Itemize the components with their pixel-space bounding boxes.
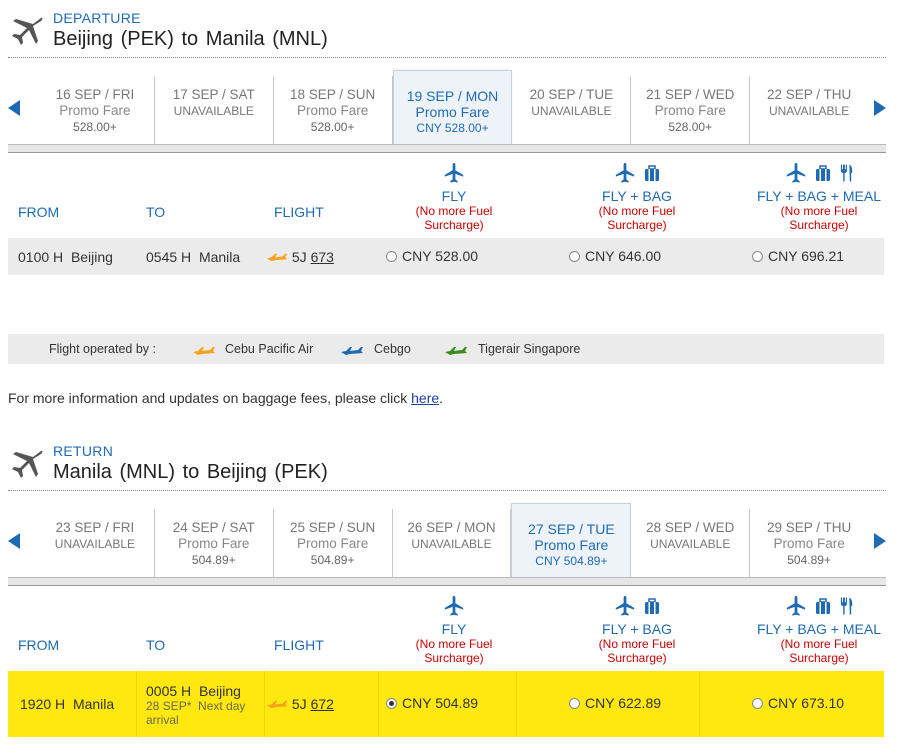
arrival-time-city: 0005 H Beijing 28 SEP* Next day arrival (146, 683, 246, 727)
date-tab[interactable]: 28 SEP / WED UNAVAILABLE (631, 509, 751, 577)
cebu-pacific-plane-icon (266, 698, 288, 709)
legend-label: Flight operated by : (49, 342, 157, 356)
fare-option-fly-bag-meal[interactable]: CNY 673.10 (752, 695, 844, 711)
fare-option-fly-bag[interactable]: CNY 622.89 (569, 695, 661, 711)
fare-radio[interactable] (569, 251, 580, 262)
from-header: FROM (18, 637, 60, 653)
next-dates-arrow-icon[interactable] (874, 100, 886, 116)
plane-icon (443, 594, 465, 618)
fare-fly-bag-header: FLY + BAG (No more Fuel Surcharge) (562, 593, 712, 665)
return-column-headers: FROM TO FLIGHT FLY (No more Fuel Surchar… (8, 587, 886, 677)
date-tab-selected[interactable]: 27 SEP / TUE Promo Fare CNY 504.89+ (511, 503, 632, 579)
bag-icon (814, 597, 832, 615)
departure-header: DEPARTURE Beijing (PEK) to Manila (MNL) (8, 10, 886, 58)
fare-option-fly-bag-meal[interactable]: CNY 696.21 (752, 248, 844, 264)
cebgo-plane-icon (340, 344, 364, 356)
arrival-date: 28 SEP* (146, 699, 192, 713)
plane-icon (443, 161, 465, 185)
date-tab[interactable]: 23 SEP / FRI UNAVAILABLE (36, 509, 155, 577)
fare-radio[interactable] (752, 698, 763, 709)
date-tab[interactable]: 29 SEP / THU Promo Fare 504.89+ (750, 509, 868, 577)
fare-radio[interactable] (752, 251, 763, 262)
tigerair-plane-icon (444, 344, 468, 356)
flight-number-link[interactable]: 673 (311, 249, 334, 265)
next-day-note: Next day (198, 699, 246, 713)
bag-icon (643, 164, 661, 182)
plane-icon (614, 594, 636, 618)
fare-radio[interactable] (569, 698, 580, 709)
fare-fly-header: FLY (No more Fuel Surcharge) (379, 160, 529, 232)
legend-airline: Cebgo (374, 342, 411, 356)
date-tab[interactable]: 24 SEP / SAT Promo Fare 504.89+ (155, 509, 274, 577)
plane-icon (785, 594, 807, 618)
fare-option-fly[interactable]: CNY 504.89 (386, 695, 478, 711)
plane-icon (614, 161, 636, 185)
operator-legend: Flight operated by : Cebu Pacific Air Ce… (8, 334, 884, 364)
arrival-time-city: 0545 H Manila (146, 249, 241, 265)
date-tab[interactable]: 22 SEP / THU UNAVAILABLE (750, 76, 868, 144)
flight-row-selected: 1920 H Manila 0005 H Beijing 28 SEP* Nex… (8, 671, 884, 737)
date-tab[interactable]: 25 SEP / SUN Promo Fare 504.89+ (274, 509, 393, 577)
baggage-info: For more information and updates on bagg… (8, 390, 444, 406)
flight-number: 5J 672 (266, 696, 334, 712)
baggage-info-link[interactable]: here (411, 390, 439, 406)
plane-icon (8, 16, 44, 52)
meal-icon (839, 163, 854, 183)
departure-label: DEPARTURE (53, 10, 141, 26)
fare-option-fly-bag[interactable]: CNY 646.00 (569, 248, 661, 264)
legend-airline: Cebu Pacific Air (225, 342, 314, 356)
return-date-strip: 23 SEP / FRI UNAVAILABLE 24 SEP / SAT Prom… (8, 503, 886, 587)
arrival-word: arrival (146, 713, 179, 727)
to-header: TO (146, 204, 166, 220)
next-dates-arrow-icon[interactable] (874, 533, 886, 549)
from-header: FROM (18, 204, 60, 220)
fare-radio-selected[interactable] (386, 698, 397, 709)
date-strip-bar (8, 577, 886, 586)
date-tab[interactable]: 18 SEP / SUN Promo Fare 528.00+ (274, 76, 393, 144)
prev-dates-arrow-icon[interactable] (8, 100, 20, 116)
date-strip-bar (8, 144, 886, 153)
fare-fly-bag-meal-header: FLY + BAG + MEAL (No more Fuel Surcharge… (744, 593, 894, 665)
plane-icon (8, 449, 44, 485)
flight-header: FLIGHT (274, 204, 324, 220)
cebu-pacific-plane-icon (192, 344, 216, 356)
date-tab[interactable]: 21 SEP / WED Promo Fare 528.00+ (631, 76, 751, 144)
meal-icon (839, 596, 854, 616)
date-tab[interactable]: 20 SEP / TUE UNAVAILABLE (512, 76, 632, 144)
return-route-title: Manila (MNL) to Beijing (PEK) (53, 461, 328, 483)
plane-icon (785, 161, 807, 185)
prev-dates-arrow-icon[interactable] (8, 533, 20, 549)
cebu-pacific-plane-icon (266, 251, 288, 262)
flight-number: 5J 673 (266, 249, 334, 265)
departure-column-headers: FROM TO FLIGHT FLY (No more Fuel Surchar… (8, 154, 886, 244)
flight-row: 0100 H Beijing 0545 H Manila 5J 673 CNY … (8, 238, 884, 275)
flight-header: FLIGHT (274, 637, 324, 653)
date-tab[interactable]: 17 SEP / SAT UNAVAILABLE (155, 76, 274, 144)
flight-number-link[interactable]: 672 (311, 696, 334, 712)
fare-fly-bag-meal-header: FLY + BAG + MEAL (No more Fuel Surcharge… (744, 160, 894, 232)
bag-icon (643, 597, 661, 615)
fare-option-fly[interactable]: CNY 528.00 (386, 248, 478, 264)
return-header: RETURN Manila (MNL) to Beijing (PEK) (8, 443, 886, 491)
departure-date-strip: 16 SEP / FRI Promo Fare 528.00+ 17 SEP / S… (8, 70, 886, 154)
date-tab-selected[interactable]: 19 SEP / MON Promo Fare CNY 528.00+ (392, 70, 513, 146)
departure-route-title: Beijing (PEK) to Manila (MNL) (53, 28, 328, 50)
departure-time-city: 0100 H Beijing (18, 249, 113, 265)
fare-fly-bag-header: FLY + BAG (No more Fuel Surcharge) (562, 160, 712, 232)
fare-fly-header: FLY (No more Fuel Surcharge) (379, 593, 529, 665)
date-tab[interactable]: 26 SEP / MON UNAVAILABLE (393, 509, 512, 577)
bag-icon (814, 164, 832, 182)
date-tab[interactable]: 16 SEP / FRI Promo Fare 528.00+ (36, 76, 155, 144)
fare-radio[interactable] (386, 251, 397, 262)
departure-time-city: 1920 H Manila (20, 696, 115, 712)
to-header: TO (146, 637, 166, 653)
legend-airline: Tigerair Singapore (478, 342, 581, 356)
return-label: RETURN (53, 443, 114, 459)
